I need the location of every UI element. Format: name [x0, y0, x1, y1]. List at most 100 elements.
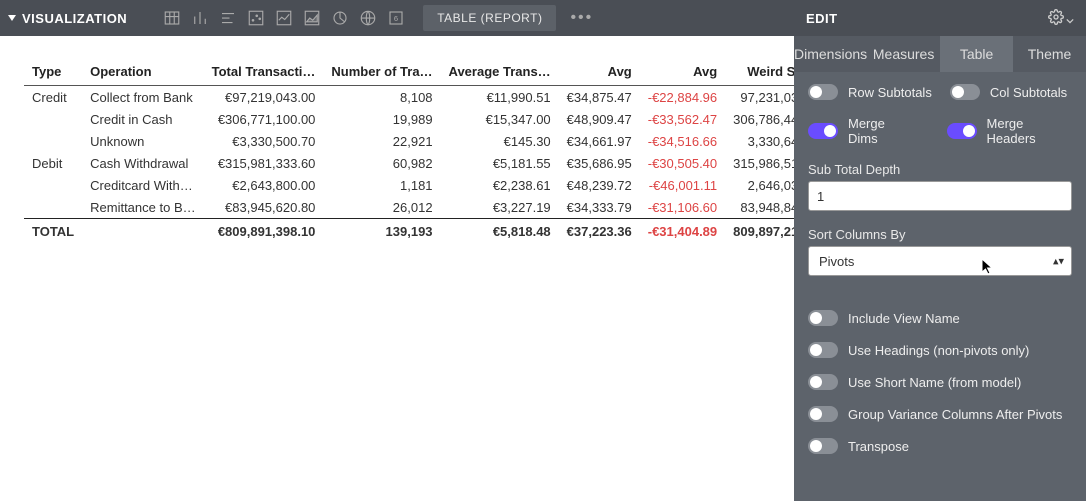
table-cell: 60,982	[323, 152, 440, 174]
column-header[interactable]: Avg	[640, 60, 725, 86]
line-chart-icon[interactable]	[271, 5, 297, 31]
bar-chart-icon[interactable]	[187, 5, 213, 31]
table-cell: 139,193	[323, 219, 440, 243]
table-cell: €306,771,100.00	[204, 108, 324, 130]
merge-headers-toggle[interactable]	[947, 123, 977, 139]
table-cell: €5,181.55	[441, 152, 559, 174]
tab-measures[interactable]: Measures	[867, 36, 940, 72]
table-cell: €2,238.61	[441, 174, 559, 196]
visualization-type-label[interactable]: TABLE (REPORT)	[423, 5, 556, 31]
merge-headers-label: Merge Headers	[987, 116, 1072, 146]
table-cell: 306,786,447.00	[725, 108, 794, 130]
edit-panel: EDIT DimensionsMeasuresTableTheme Row Su…	[794, 0, 1086, 501]
table-cell: €15,347.00	[441, 108, 559, 130]
more-visualizations-button[interactable]: •••	[570, 9, 593, 27]
table-row: CreditCollect from Bank€97,219,043.008,1…	[24, 86, 794, 109]
include-view-name-label: Include View Name	[848, 311, 960, 326]
table-cell: €34,661.97	[559, 130, 640, 152]
sort-columns-by-select[interactable]: Pivots	[808, 246, 1072, 276]
tab-dimensions[interactable]: Dimensions	[794, 36, 867, 72]
column-header[interactable]: Total Transacti…	[204, 60, 324, 86]
table-cell: Unknown	[82, 130, 204, 152]
table-cell: €11,990.51	[441, 86, 559, 109]
use-short-name-label: Use Short Name (from model)	[848, 375, 1021, 390]
table-cell: €3,330,500.70	[204, 130, 324, 152]
table-cell: €48,239.72	[559, 174, 640, 196]
table-cell: -€30,505.40	[640, 152, 725, 174]
visualization-topbar: VISUALIZATION 6 TABLE (REPORT) •••	[0, 0, 794, 36]
column-header[interactable]: Number of Tra…	[323, 60, 440, 86]
table-cell: €97,219,043.00	[204, 86, 324, 109]
column-header[interactable]: Type	[24, 60, 82, 86]
use-headings-toggle[interactable]	[808, 342, 838, 358]
column-header[interactable]: Average Trans…	[441, 60, 559, 86]
area-chart-icon[interactable]	[299, 5, 325, 31]
scatter-icon[interactable]	[243, 5, 269, 31]
gear-icon[interactable]	[1048, 9, 1074, 28]
table-cell: Cash Withdrawal	[82, 152, 204, 174]
merge-dims-label: Merge Dims	[848, 116, 915, 146]
table-cell: -€34,516.66	[640, 130, 725, 152]
group-variance-toggle[interactable]	[808, 406, 838, 422]
table-cell: -€46,001.11	[640, 174, 725, 196]
table-cell: €3,227.19	[441, 196, 559, 219]
sub-total-depth-input[interactable]	[808, 181, 1072, 211]
visualization-title[interactable]: VISUALIZATION	[8, 11, 127, 26]
transpose-toggle[interactable]	[808, 438, 838, 454]
table-cell: -€33,562.47	[640, 108, 725, 130]
table-cell: Credit	[24, 86, 82, 109]
column-header[interactable]: Operation	[82, 60, 204, 86]
table-row: Creditcard With…€2,643,800.001,181€2,238…	[24, 174, 794, 196]
table-cell: -€22,884.96	[640, 86, 725, 109]
table-cell: Creditcard With…	[82, 174, 204, 196]
edit-panel-title: EDIT	[806, 11, 838, 26]
table-cell: TOTAL	[24, 219, 82, 243]
list-icon[interactable]	[215, 5, 241, 31]
table-cell: 83,948,847.99	[725, 196, 794, 219]
table-cell: €145.30	[441, 130, 559, 152]
table-cell: Credit in Cash	[82, 108, 204, 130]
column-header[interactable]: Weird Super	[725, 60, 794, 86]
table-cell: 8,108	[323, 86, 440, 109]
table-cell	[24, 174, 82, 196]
col-subtotals-toggle[interactable]	[950, 84, 980, 100]
table-cell: €5,818.48	[441, 219, 559, 243]
table-cell: 3,330,646.00	[725, 130, 794, 152]
use-short-name-toggle[interactable]	[808, 374, 838, 390]
tab-theme[interactable]: Theme	[1013, 36, 1086, 72]
table-cell: Remittance to B…	[82, 196, 204, 219]
transpose-label: Transpose	[848, 439, 909, 454]
table-row: Remittance to B…€83,945,620.8026,012€3,2…	[24, 196, 794, 219]
table-cell	[24, 196, 82, 219]
svg-text:6: 6	[394, 14, 398, 23]
use-headings-label: Use Headings (non-pivots only)	[848, 343, 1029, 358]
row-subtotals-label: Row Subtotals	[848, 85, 932, 100]
table-cell: 97,231,033.51	[725, 86, 794, 109]
report-table: TypeOperationTotal Transacti…Number of T…	[0, 36, 794, 255]
table-cell: €34,875.47	[559, 86, 640, 109]
table-cell: 26,012	[323, 196, 440, 219]
include-view-name-toggle[interactable]	[808, 310, 838, 326]
tab-table[interactable]: Table	[940, 36, 1013, 72]
table-cell: 22,921	[323, 130, 440, 152]
table-cell	[24, 108, 82, 130]
row-subtotals-toggle[interactable]	[808, 84, 838, 100]
number-icon[interactable]: 6	[383, 5, 409, 31]
table-icon[interactable]	[159, 5, 185, 31]
sort-columns-by-label: Sort Columns By	[808, 227, 1072, 242]
table-cell: Debit	[24, 152, 82, 174]
table-cell: €48,909.47	[559, 108, 640, 130]
map-icon[interactable]	[355, 5, 381, 31]
table-cell: €2,643,800.00	[204, 174, 324, 196]
table-cell: 1,181	[323, 174, 440, 196]
table-cell: €315,981,333.60	[204, 152, 324, 174]
col-subtotals-label: Col Subtotals	[990, 85, 1067, 100]
table-cell	[82, 219, 204, 243]
pie-chart-icon[interactable]	[327, 5, 353, 31]
table-cell	[24, 130, 82, 152]
table-cell: €809,891,398.10	[204, 219, 324, 243]
table-row: DebitCash Withdrawal€315,981,333.6060,98…	[24, 152, 794, 174]
merge-dims-toggle[interactable]	[808, 123, 838, 139]
column-header[interactable]: Avg	[559, 60, 640, 86]
visualization-title-text: VISUALIZATION	[22, 11, 127, 26]
